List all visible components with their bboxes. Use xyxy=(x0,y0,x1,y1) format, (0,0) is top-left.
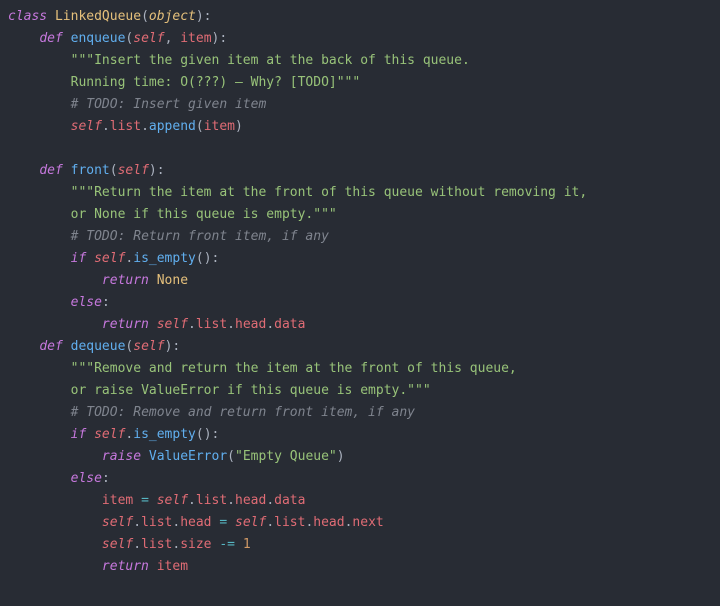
var-item: item xyxy=(157,559,188,574)
self-param: self xyxy=(118,163,149,178)
line: def dequeue(self): xyxy=(8,339,180,354)
fn-front: front xyxy=(71,163,110,178)
base-class: object xyxy=(149,9,196,24)
line: self.list.append(item) xyxy=(8,119,243,134)
docstring: or None if this queue is empty.""" xyxy=(71,207,337,222)
arg-item: item xyxy=(204,119,235,134)
call-append: append xyxy=(149,119,196,134)
attr-list: list xyxy=(274,515,305,530)
line: or None if this queue is empty.""" xyxy=(8,207,337,222)
kw-return: return xyxy=(102,317,149,332)
attr-list: list xyxy=(141,537,172,552)
line: if self.is_empty(): xyxy=(8,427,219,442)
kw-if: if xyxy=(71,427,87,442)
line: return self.list.head.data xyxy=(8,317,305,332)
comment: # TODO: Insert given item xyxy=(71,97,267,112)
param-item: item xyxy=(180,31,211,46)
self-ref: self xyxy=(235,515,266,530)
attr-head: head xyxy=(180,515,211,530)
self-ref: self xyxy=(102,515,133,530)
comment: # TODO: Return front item, if any xyxy=(71,229,329,244)
kw-def: def xyxy=(39,163,62,178)
docstring: """Return the item at the front of this … xyxy=(71,185,588,200)
kw-else: else xyxy=(71,295,102,310)
attr-list: list xyxy=(196,493,227,508)
attr-head: head xyxy=(313,515,344,530)
line: def front(self): xyxy=(8,163,165,178)
attr-list: list xyxy=(196,317,227,332)
self-ref: self xyxy=(71,119,102,134)
string-literal: "Empty Queue" xyxy=(235,449,337,464)
attr-next: next xyxy=(352,515,383,530)
self-ref: self xyxy=(157,493,188,508)
self-param: self xyxy=(133,31,164,46)
kw-def: def xyxy=(39,339,62,354)
none-literal: None xyxy=(157,273,188,288)
line: """Return the item at the front of this … xyxy=(8,185,587,200)
attr-head: head xyxy=(235,317,266,332)
docstring: or raise ValueError if this queue is emp… xyxy=(71,383,431,398)
line: # TODO: Return front item, if any xyxy=(8,229,329,244)
kw-else: else xyxy=(71,471,102,486)
self-ref: self xyxy=(94,427,125,442)
line: self.list.size -= 1 xyxy=(8,537,251,552)
line: self.list.head = self.list.head.next xyxy=(8,515,384,530)
comment: # TODO: Remove and return front item, if… xyxy=(71,405,415,420)
line: else: xyxy=(8,295,110,310)
line: def enqueue(self, item): xyxy=(8,31,227,46)
kw-return: return xyxy=(102,559,149,574)
attr-data: data xyxy=(274,493,305,508)
self-ref: self xyxy=(157,317,188,332)
kw-raise: raise xyxy=(102,449,141,464)
line: Running time: O(???) – Why? [TODO]""" xyxy=(8,75,360,90)
var-item: item xyxy=(102,493,133,508)
err-valueerror: ValueError xyxy=(149,449,227,464)
line: """Insert the given item at the back of … xyxy=(8,53,470,68)
self-ref: self xyxy=(94,251,125,266)
kw-if: if xyxy=(71,251,87,266)
line: # TODO: Remove and return front item, if… xyxy=(8,405,415,420)
op-minus-eq: -= xyxy=(219,537,235,552)
line: return None xyxy=(8,273,188,288)
docstring: Running time: O(???) – Why? [TODO]""" xyxy=(71,75,361,90)
attr-size: size xyxy=(180,537,211,552)
line: if self.is_empty(): xyxy=(8,251,219,266)
self-param: self xyxy=(133,339,164,354)
line: or raise ValueError if this queue is emp… xyxy=(8,383,431,398)
line: # TODO: Insert given item xyxy=(8,97,266,112)
attr-list: list xyxy=(110,119,141,134)
call-isempty: is_empty xyxy=(133,427,196,442)
line: else: xyxy=(8,471,110,486)
class-name: LinkedQueue xyxy=(55,9,141,24)
fn-dequeue: dequeue xyxy=(71,339,126,354)
line: item = self.list.head.data xyxy=(8,493,305,508)
docstring: """Remove and return the item at the fro… xyxy=(71,361,517,376)
kw-def: def xyxy=(39,31,62,46)
self-ref: self xyxy=(102,537,133,552)
call-isempty: is_empty xyxy=(133,251,196,266)
line: raise ValueError("Empty Queue") xyxy=(8,449,345,464)
blank-line xyxy=(8,141,16,156)
line: return item xyxy=(8,559,188,574)
kw-class: class xyxy=(8,9,47,24)
attr-list: list xyxy=(141,515,172,530)
docstring: """Insert the given item at the back of … xyxy=(71,53,470,68)
code-block: class LinkedQueue(object): def enqueue(s… xyxy=(0,0,720,584)
fn-enqueue: enqueue xyxy=(71,31,126,46)
line: """Remove and return the item at the fro… xyxy=(8,361,517,376)
line: class LinkedQueue(object): xyxy=(8,9,212,24)
num-literal: 1 xyxy=(243,537,251,552)
attr-head: head xyxy=(235,493,266,508)
attr-data: data xyxy=(274,317,305,332)
kw-return: return xyxy=(102,273,149,288)
